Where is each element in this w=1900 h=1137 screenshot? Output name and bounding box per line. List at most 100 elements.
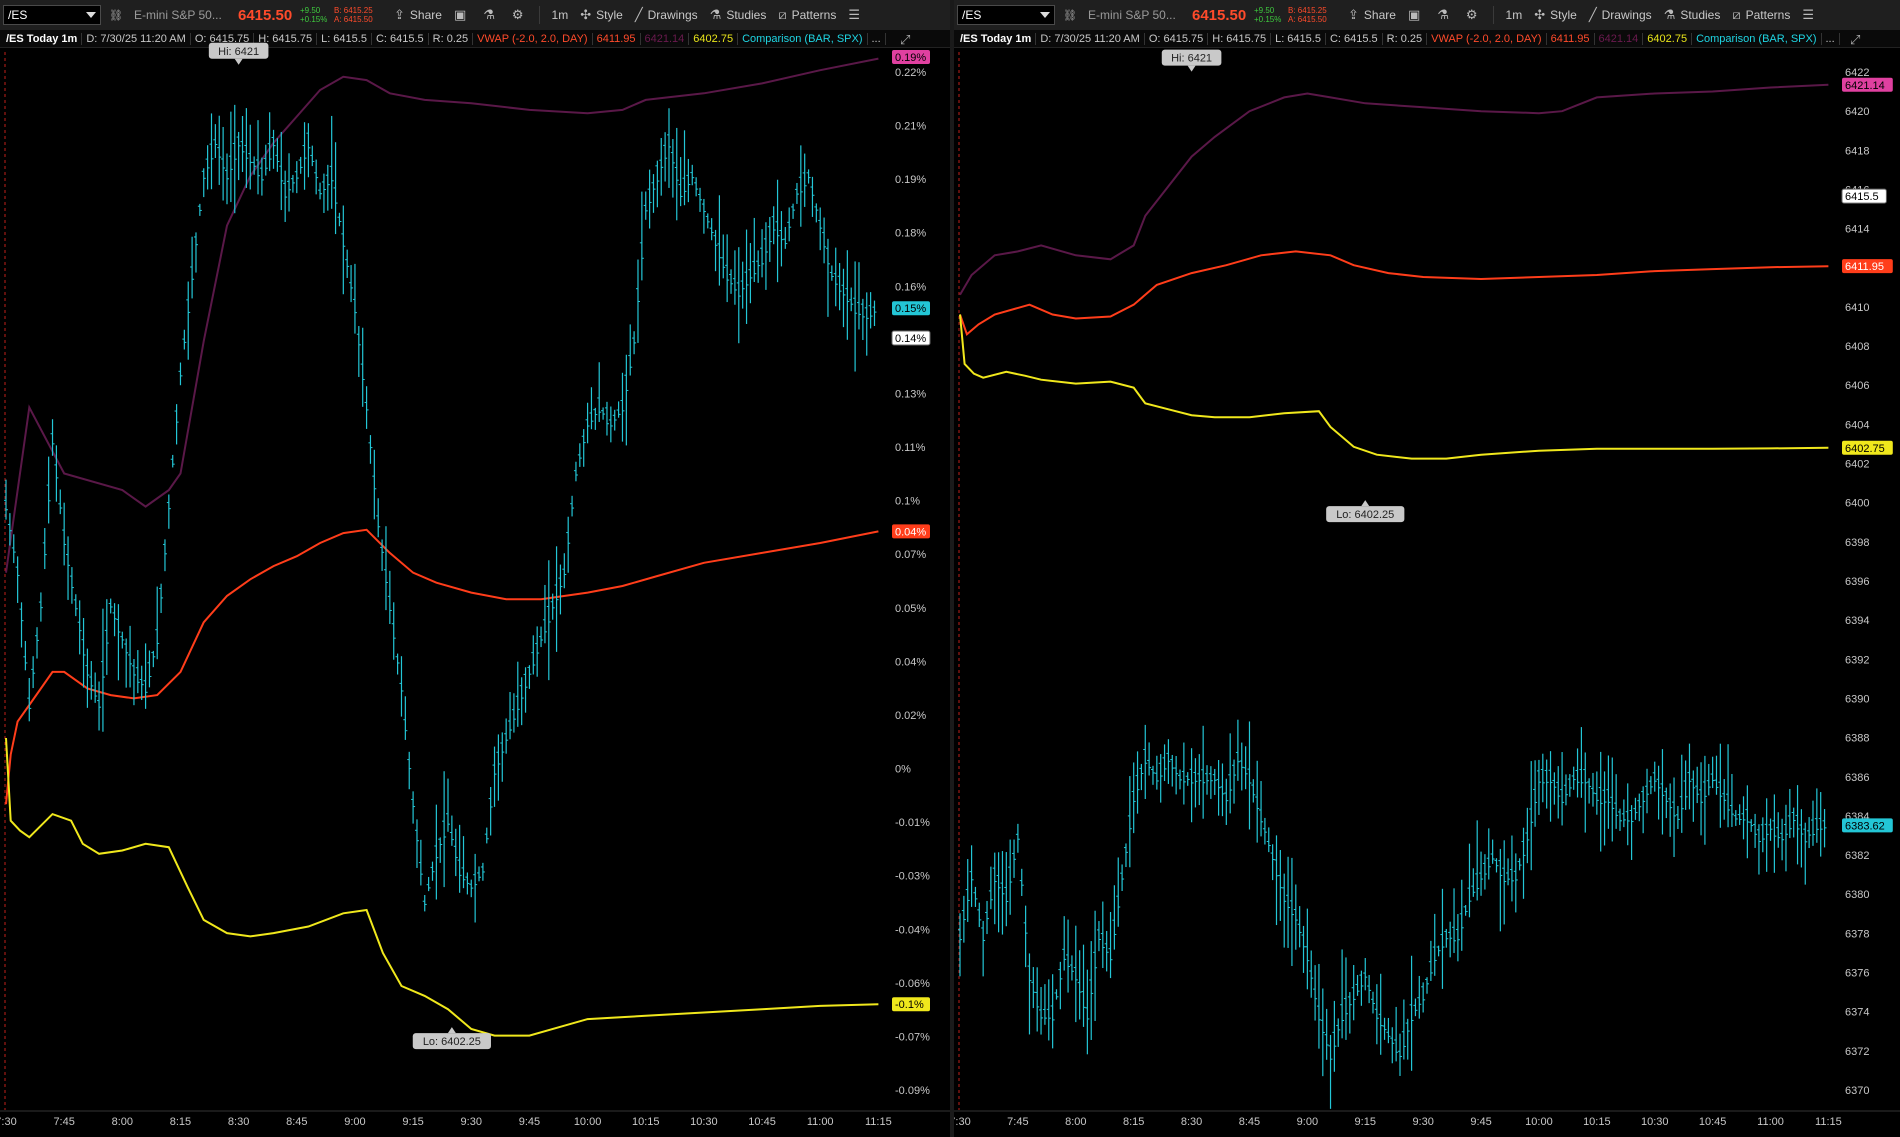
price-axis-label: 0.19%	[895, 52, 926, 64]
annotation-pointer	[1361, 500, 1370, 507]
y-tick-label: 6410	[1845, 302, 1869, 314]
y-tick-label: -0.04%	[895, 924, 930, 936]
y-tick-label: -0.09%	[895, 1085, 930, 1097]
x-tick-label: 7:45	[53, 1116, 74, 1128]
y-tick-label: 6402	[1845, 459, 1869, 471]
x-tick-label: 10:45	[748, 1116, 776, 1128]
annotation-label: Hi: 6421	[218, 46, 259, 58]
x-tick-label: 8:30	[228, 1116, 249, 1128]
annotation-label: Hi: 6421	[1171, 53, 1212, 65]
x-tick-label: 10:15	[632, 1116, 660, 1128]
x-tick-label: 8:45	[1239, 1116, 1260, 1128]
x-tick-label: 10:00	[574, 1116, 602, 1128]
y-tick-label: 6418	[1845, 145, 1869, 157]
x-tick-label: 9:30	[1412, 1116, 1433, 1128]
y-tick-label: 6370	[1845, 1085, 1869, 1097]
y-tick-label: 0.07%	[895, 549, 926, 561]
x-tick-label: 9:30	[461, 1116, 482, 1128]
price-axis-label: 6415.5	[1845, 191, 1879, 203]
y-tick-label: 6388	[1845, 733, 1869, 745]
x-tick-label: 8:45	[286, 1116, 307, 1128]
price-axis-label: 0.15%	[895, 303, 926, 315]
comparison-bars	[4, 104, 877, 923]
y-tick-label: 6392	[1845, 654, 1869, 666]
y-tick-label: -0.06%	[895, 978, 930, 990]
x-tick-label: 7:30	[0, 1116, 17, 1128]
x-tick-label: 9:45	[1470, 1116, 1491, 1128]
high-annotation: Hi: 6421	[1161, 49, 1222, 72]
x-tick-label: 10:15	[1583, 1116, 1611, 1128]
annotation-pointer	[447, 1027, 456, 1034]
price-axis-label: 0.04%	[895, 526, 926, 538]
y-tick-label: 0.16%	[895, 281, 926, 293]
y-tick-label: 6376	[1845, 968, 1869, 980]
y-tick-label: 0.19%	[895, 174, 926, 186]
x-tick-label: 11:00	[807, 1116, 834, 1128]
y-tick-label: 6382	[1845, 850, 1869, 862]
x-tick-label: 7:45	[1007, 1116, 1028, 1128]
y-tick-label: 6386	[1845, 772, 1869, 784]
annotation-label: Lo: 6402.25	[1336, 509, 1394, 521]
x-tick-label: 8:00	[1065, 1116, 1086, 1128]
y-tick-label: 0.05%	[895, 603, 926, 615]
y-tick-label: 6398	[1845, 537, 1869, 549]
y-tick-label: -0.01%	[895, 817, 930, 829]
y-tick-label: 6380	[1845, 889, 1869, 901]
y-tick-label: 0.22%	[895, 67, 926, 79]
y-tick-label: 6374	[1845, 1007, 1869, 1019]
y-tick-label: 0.21%	[895, 121, 926, 133]
chart-plot-left[interactable]: 0.22% 0.21% 0.19% 0.18% 0.16% 0.14% 0.13% 0.11%…	[0, 0, 950, 1137]
x-tick-label: 8:30	[1181, 1116, 1202, 1128]
vwap-line	[959, 250, 1829, 337]
x-tick-label: 8:15	[170, 1116, 191, 1128]
annotation-pointer	[234, 58, 243, 65]
x-tick-label: 9:45	[519, 1116, 540, 1128]
price-axis-label: 6402.75	[1845, 443, 1885, 455]
low-annotation: Lo: 6402.25	[1326, 500, 1405, 523]
y-tick-label: 6396	[1845, 576, 1869, 588]
y-tick-label: 0%	[895, 764, 911, 776]
y-tick-label: 6390	[1845, 693, 1869, 705]
y-tick-label: 6422	[1845, 67, 1869, 79]
chart-pane-right: /ES ⛓ E-mini S&P 50... 6415.50 +9.50 +0.1…	[954, 0, 1900, 1137]
x-tick-label: 11:15	[865, 1116, 892, 1128]
y-tick-label: 0.1%	[895, 496, 920, 508]
x-tick-label: 8:00	[112, 1116, 133, 1128]
y-tick-label: 6404	[1845, 419, 1869, 431]
vwap-lower-band-line	[959, 314, 1829, 460]
y-tick-label: 6408	[1845, 341, 1869, 353]
y-tick-label: 6394	[1845, 615, 1869, 627]
price-axis-label: 6421.14	[1845, 80, 1885, 92]
x-tick-label: 9:00	[344, 1116, 365, 1128]
y-tick-label: -0.07%	[895, 1031, 930, 1043]
annotation-label: Lo: 6402.25	[423, 1036, 481, 1048]
y-tick-label: 0.02%	[895, 710, 926, 722]
price-axis-label: 6411.95	[1845, 261, 1884, 273]
x-tick-label: 10:00	[1525, 1116, 1553, 1128]
expand-icon[interactable]: ⤢	[1850, 32, 1860, 47]
y-tick-label: 6414	[1845, 224, 1869, 236]
vwap-line	[5, 528, 879, 805]
x-tick-label: 11:00	[1757, 1116, 1784, 1128]
y-tick-label: 6406	[1845, 380, 1869, 392]
y-tick-label: 0.13%	[895, 388, 926, 400]
price-axis-label: -0.1%	[895, 999, 924, 1011]
x-tick-label: 10:30	[690, 1116, 718, 1128]
x-tick-label: 10:45	[1699, 1116, 1727, 1128]
vwap-upper-band-line	[5, 57, 879, 573]
y-tick-label: 0.18%	[895, 228, 926, 240]
price-axis-label: 0.14%	[895, 333, 926, 345]
high-annotation: Hi: 6421	[208, 42, 269, 65]
x-tick-label: 8:15	[1123, 1116, 1144, 1128]
y-tick-label: 6372	[1845, 1046, 1869, 1058]
x-tick-label: 9:15	[402, 1116, 423, 1128]
chart-pane-left: /ES ⛓ E-mini S&P 50... 6415.50 +9.50 +0.1…	[0, 0, 950, 1137]
expand-icon[interactable]: ⤢	[900, 32, 910, 47]
chart-plot-right[interactable]: 6422642064186416641464126410640864066404…	[954, 0, 1900, 1137]
price-axis-label: 6383.62	[1845, 820, 1885, 832]
x-tick-label: 11:15	[1815, 1116, 1842, 1128]
y-tick-label: 0.04%	[895, 656, 926, 668]
y-tick-label: 0.11%	[895, 442, 926, 454]
vwap-upper-band-line	[959, 83, 1829, 296]
y-tick-label: -0.03%	[895, 871, 930, 883]
